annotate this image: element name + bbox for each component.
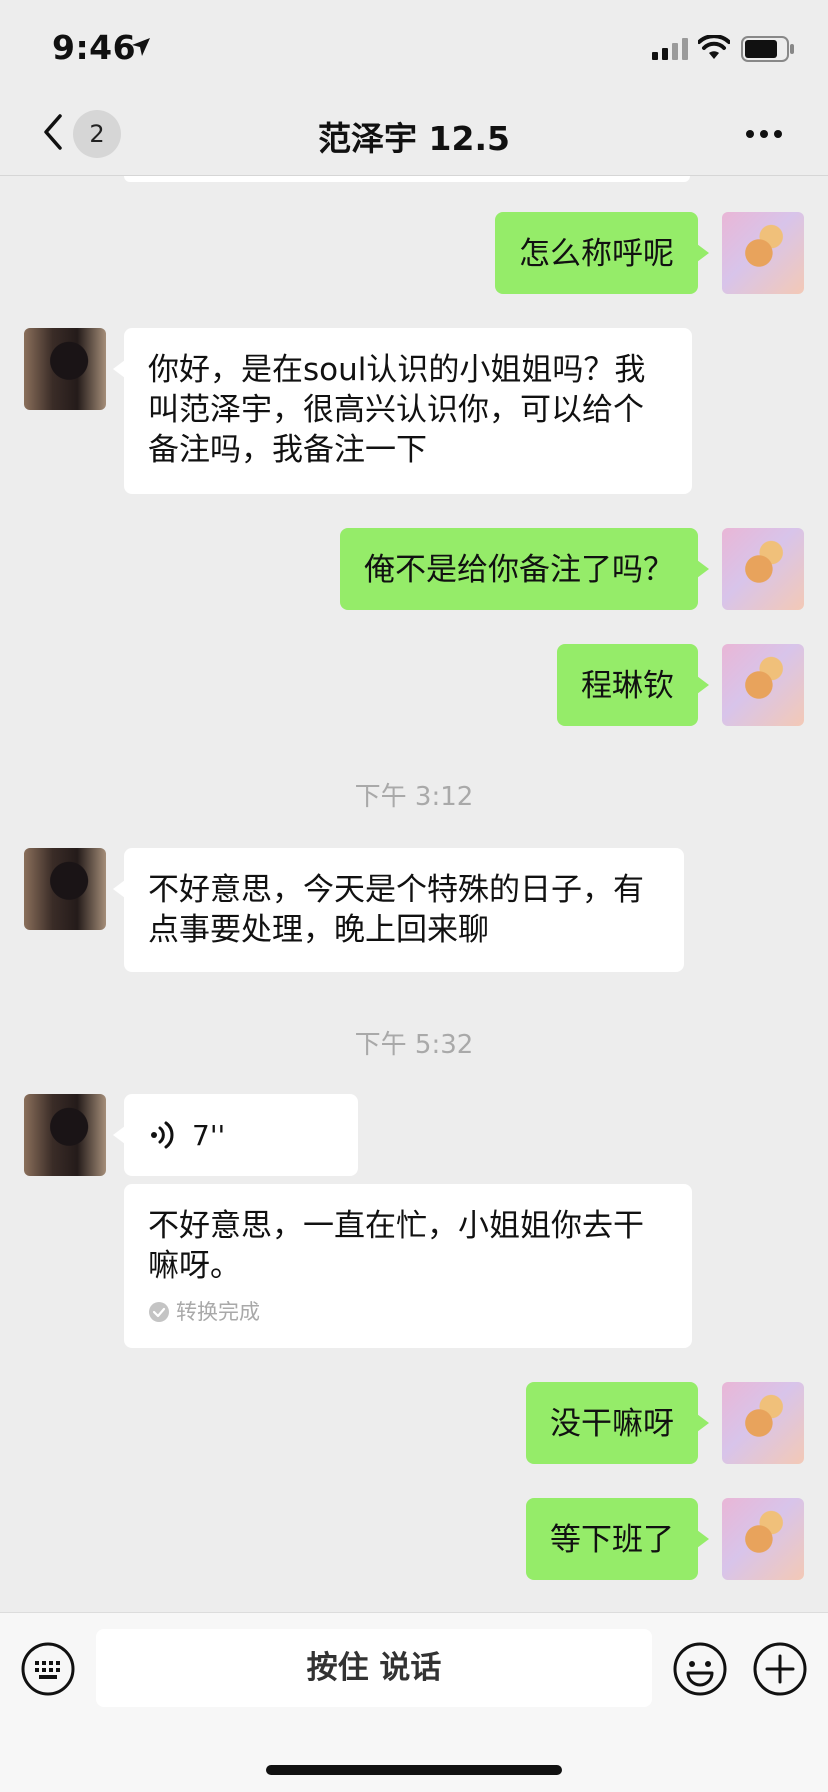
voice-wave-icon (151, 1121, 174, 1149)
wifi-icon (698, 35, 730, 59)
message-timestamp: 下午 5:32 (354, 1030, 474, 1060)
avatar-self[interactable] (722, 1498, 804, 1580)
avatar-contact[interactable] (24, 1094, 106, 1176)
home-indicator[interactable] (266, 1765, 562, 1775)
plus-icon[interactable] (752, 1641, 808, 1697)
message-text: 怎么称呼呢 (519, 236, 674, 272)
message-text: 程琳钦 (581, 668, 674, 704)
cellular-signal-icon (652, 38, 688, 60)
message-text: 没干嘛呀 (550, 1406, 674, 1442)
message-text: 你好，是在soul认识的小姐姐吗？我叫范泽宇，很高兴认识你，可以给个备注吗，我备… (148, 352, 646, 468)
avatar-contact[interactable] (24, 328, 106, 410)
back-chevron-icon[interactable] (38, 112, 68, 152)
message-text: 不好意思，今天是个特殊的日子，有点事要处理，晚上回来聊 (148, 872, 644, 948)
message-bubble-outgoing[interactable]: 俺不是给你备注了吗？ (340, 528, 709, 610)
voice-message-bubble[interactable]: 7'' (113, 1094, 358, 1176)
keyboard-icon[interactable] (20, 1641, 76, 1697)
avatar-self[interactable] (722, 1382, 804, 1464)
status-time: 9:46 (52, 28, 137, 67)
message-bubble-outgoing[interactable]: 程琳钦 (557, 644, 709, 726)
chat-title: 范泽宇 12.5 (318, 119, 510, 158)
status-bar: 9:46 (0, 0, 828, 100)
hold-to-talk-button[interactable]: 按住 说话 (96, 1629, 652, 1707)
message-text: 俺不是给你备注了吗？ (364, 552, 674, 588)
chat-input-bar: 按住 说话 (0, 1612, 828, 1792)
chat-header: 2 范泽宇 12.5 (0, 100, 828, 176)
message-bubble-outgoing[interactable]: 没干嘛呀 (526, 1382, 709, 1464)
avatar-contact[interactable] (24, 848, 106, 930)
voice-duration: 7'' (192, 1119, 226, 1152)
voice-transcription-bubble[interactable]: 不好意思，一直在忙，小姐姐你去干嘛呀。 转换完成 (124, 1184, 692, 1348)
more-options-icon[interactable] (744, 126, 784, 142)
message-bubble-outgoing[interactable]: 等下班了 (526, 1498, 709, 1580)
emoji-icon[interactable] (672, 1641, 728, 1697)
check-circle-icon (149, 1302, 169, 1322)
message-timestamp: 下午 3:12 (354, 782, 474, 812)
avatar-self[interactable] (722, 528, 804, 610)
message-text: 不好意思，一直在忙，小姐姐你去干嘛呀。 (148, 1208, 644, 1284)
previous-message-edge (124, 176, 690, 182)
unread-count-badge[interactable]: 2 (73, 110, 121, 158)
message-bubble-outgoing[interactable]: 怎么称呼呢 (495, 212, 709, 294)
message-text: 等下班了 (550, 1522, 674, 1558)
transcription-status-text: 转换完成 (176, 1300, 260, 1324)
message-bubble-incoming[interactable]: 不好意思，今天是个特殊的日子，有点事要处理，晚上回来聊 (113, 848, 684, 972)
avatar-self[interactable] (722, 212, 804, 294)
battery-icon (741, 36, 794, 62)
message-bubble-incoming[interactable]: 你好，是在soul认识的小姐姐吗？我叫范泽宇，很高兴认识你，可以给个备注吗，我备… (113, 328, 692, 494)
transcription-status: 转换完成 (148, 1292, 260, 1332)
location-arrow-icon (132, 38, 150, 56)
avatar-self[interactable] (722, 644, 804, 726)
